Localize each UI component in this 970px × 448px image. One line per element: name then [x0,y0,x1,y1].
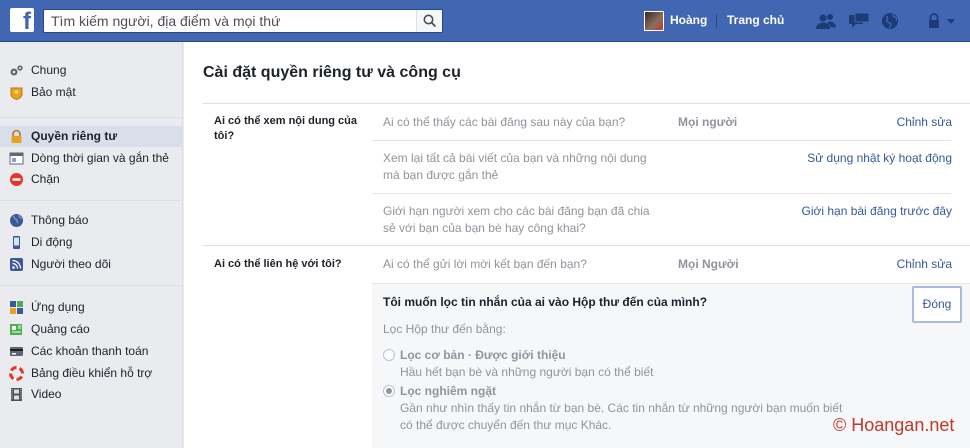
section-divider [203,245,970,246]
radio-strict-filtering[interactable] [383,385,395,397]
privacy-lock-icon[interactable] [927,12,941,30]
sidebar-item-notifications[interactable]: Thông báo [0,210,182,231]
search-box[interactable] [43,9,443,33]
block-icon [10,173,23,186]
sidebar-item-followers[interactable]: Người theo dõi [0,254,182,275]
activity-log-link[interactable]: Sử dụng nhật ký hoạt động [807,151,952,165]
page-title: Cài đặt quyền riêng tư và công cụ [203,64,461,81]
setting-question: Giới hạn người xem cho các bài đăng bạn … [383,204,650,235]
privacy-settings-panel: Cài đặt quyền riêng tư và công cụ Ai có … [184,42,970,448]
limit-past-posts-link[interactable]: Giới hạn bài đăng trước đây [801,204,952,218]
nav-divider [716,14,717,28]
section-label-who-can-contact: Ai có thể liên hệ với tôi? [214,258,342,270]
ads-icon [10,324,22,335]
section-label-who-can-see: Ai có thể xem nội dung của tôi? [214,115,358,142]
radio-basic-filtering[interactable] [383,349,395,361]
sidebar-item-security[interactable]: Bảo mật [0,82,182,103]
sidebar-item-general[interactable]: Chung [0,60,182,81]
filter-subtitle: Lọc Hộp thư đến bằng: [383,322,506,336]
row-divider [372,140,951,141]
setting-question: Ai có thể thấy các bài đăng sau này của … [383,115,626,129]
dropdown-arrow-icon[interactable] [944,12,958,30]
radio-description: Gần như nhìn thấy tin nhắn từ bạn bè. Cá… [400,401,843,432]
timeline-icon [9,152,24,165]
title-divider [203,103,970,104]
friend-requests-icon[interactable] [815,12,837,30]
rss-icon [10,258,23,271]
sidebar-item-video[interactable]: Video [0,384,182,405]
sidebar-item-support-dashboard[interactable]: Bảng điều khiển hỗ trợ [0,363,182,384]
radio-label: Lọc cơ bản · Được giới thiệu [400,348,566,362]
globe-icon [10,214,23,227]
facebook-logo[interactable]: f [10,8,34,34]
lock-icon [11,129,22,143]
profile-link[interactable]: Hoàng [670,13,707,27]
sidebar-divider [0,117,182,118]
sidebar-item-blocking[interactable]: Chặn [0,169,182,190]
row-divider [372,193,951,194]
avatar[interactable] [644,11,664,31]
messages-icon[interactable] [848,12,870,30]
watermark: © Hoangan.net [833,415,955,435]
gears-icon [10,65,23,76]
sidebar-item-privacy[interactable]: Quyền riêng tư [0,126,182,147]
mobile-icon [13,236,20,249]
filter-panel-title: Tôi muốn lọc tin nhắn của ai vào Hộp thư… [383,295,708,309]
edit-friend-requests-link[interactable]: Chỉnh sửa [897,257,952,271]
sidebar-item-mobile[interactable]: Di động [0,232,182,253]
security-badge-icon [10,87,23,100]
edit-future-posts-link[interactable]: Chỉnh sửa [897,115,952,129]
settings-sidebar: Chung Bảo mật Quyền riêng tư Dòng thời g… [0,42,183,448]
home-link[interactable]: Trang chủ [727,13,784,27]
setting-question: Ai có thể gửi lời mời kết bạn đến bạn? [383,257,587,271]
top-bar: f Hoàng Trang chủ [0,0,970,42]
support-lifebuoy-icon [9,366,24,381]
search-icon [423,14,437,28]
notifications-globe-icon[interactable] [879,12,901,30]
sidebar-item-payments[interactable]: Các khoản thanh toán [0,341,182,362]
sidebar-item-timeline-tagging[interactable]: Dòng thời gian và gắn thẻ [0,148,182,169]
sidebar-item-ads[interactable]: Quảng cáo [0,319,182,340]
sidebar-item-apps[interactable]: Ứng dụng [0,297,182,318]
setting-question: Xem lại tất cả bài viết của bạn và những… [383,151,647,182]
close-button[interactable]: Đóng [912,286,962,323]
sidebar-divider [0,200,182,201]
search-input[interactable] [44,10,416,32]
setting-value: Mọi người [678,115,738,129]
film-icon [11,388,22,401]
radio-label: Lọc nghiêm ngặt [400,384,496,398]
payment-card-icon [10,347,23,356]
apps-icon [10,301,23,314]
sidebar-divider [0,285,182,286]
radio-description: Hầu hết bạn bè và những người bạn có thể… [400,365,654,379]
search-button[interactable] [416,10,442,32]
setting-value: Mọi Người [678,257,739,271]
